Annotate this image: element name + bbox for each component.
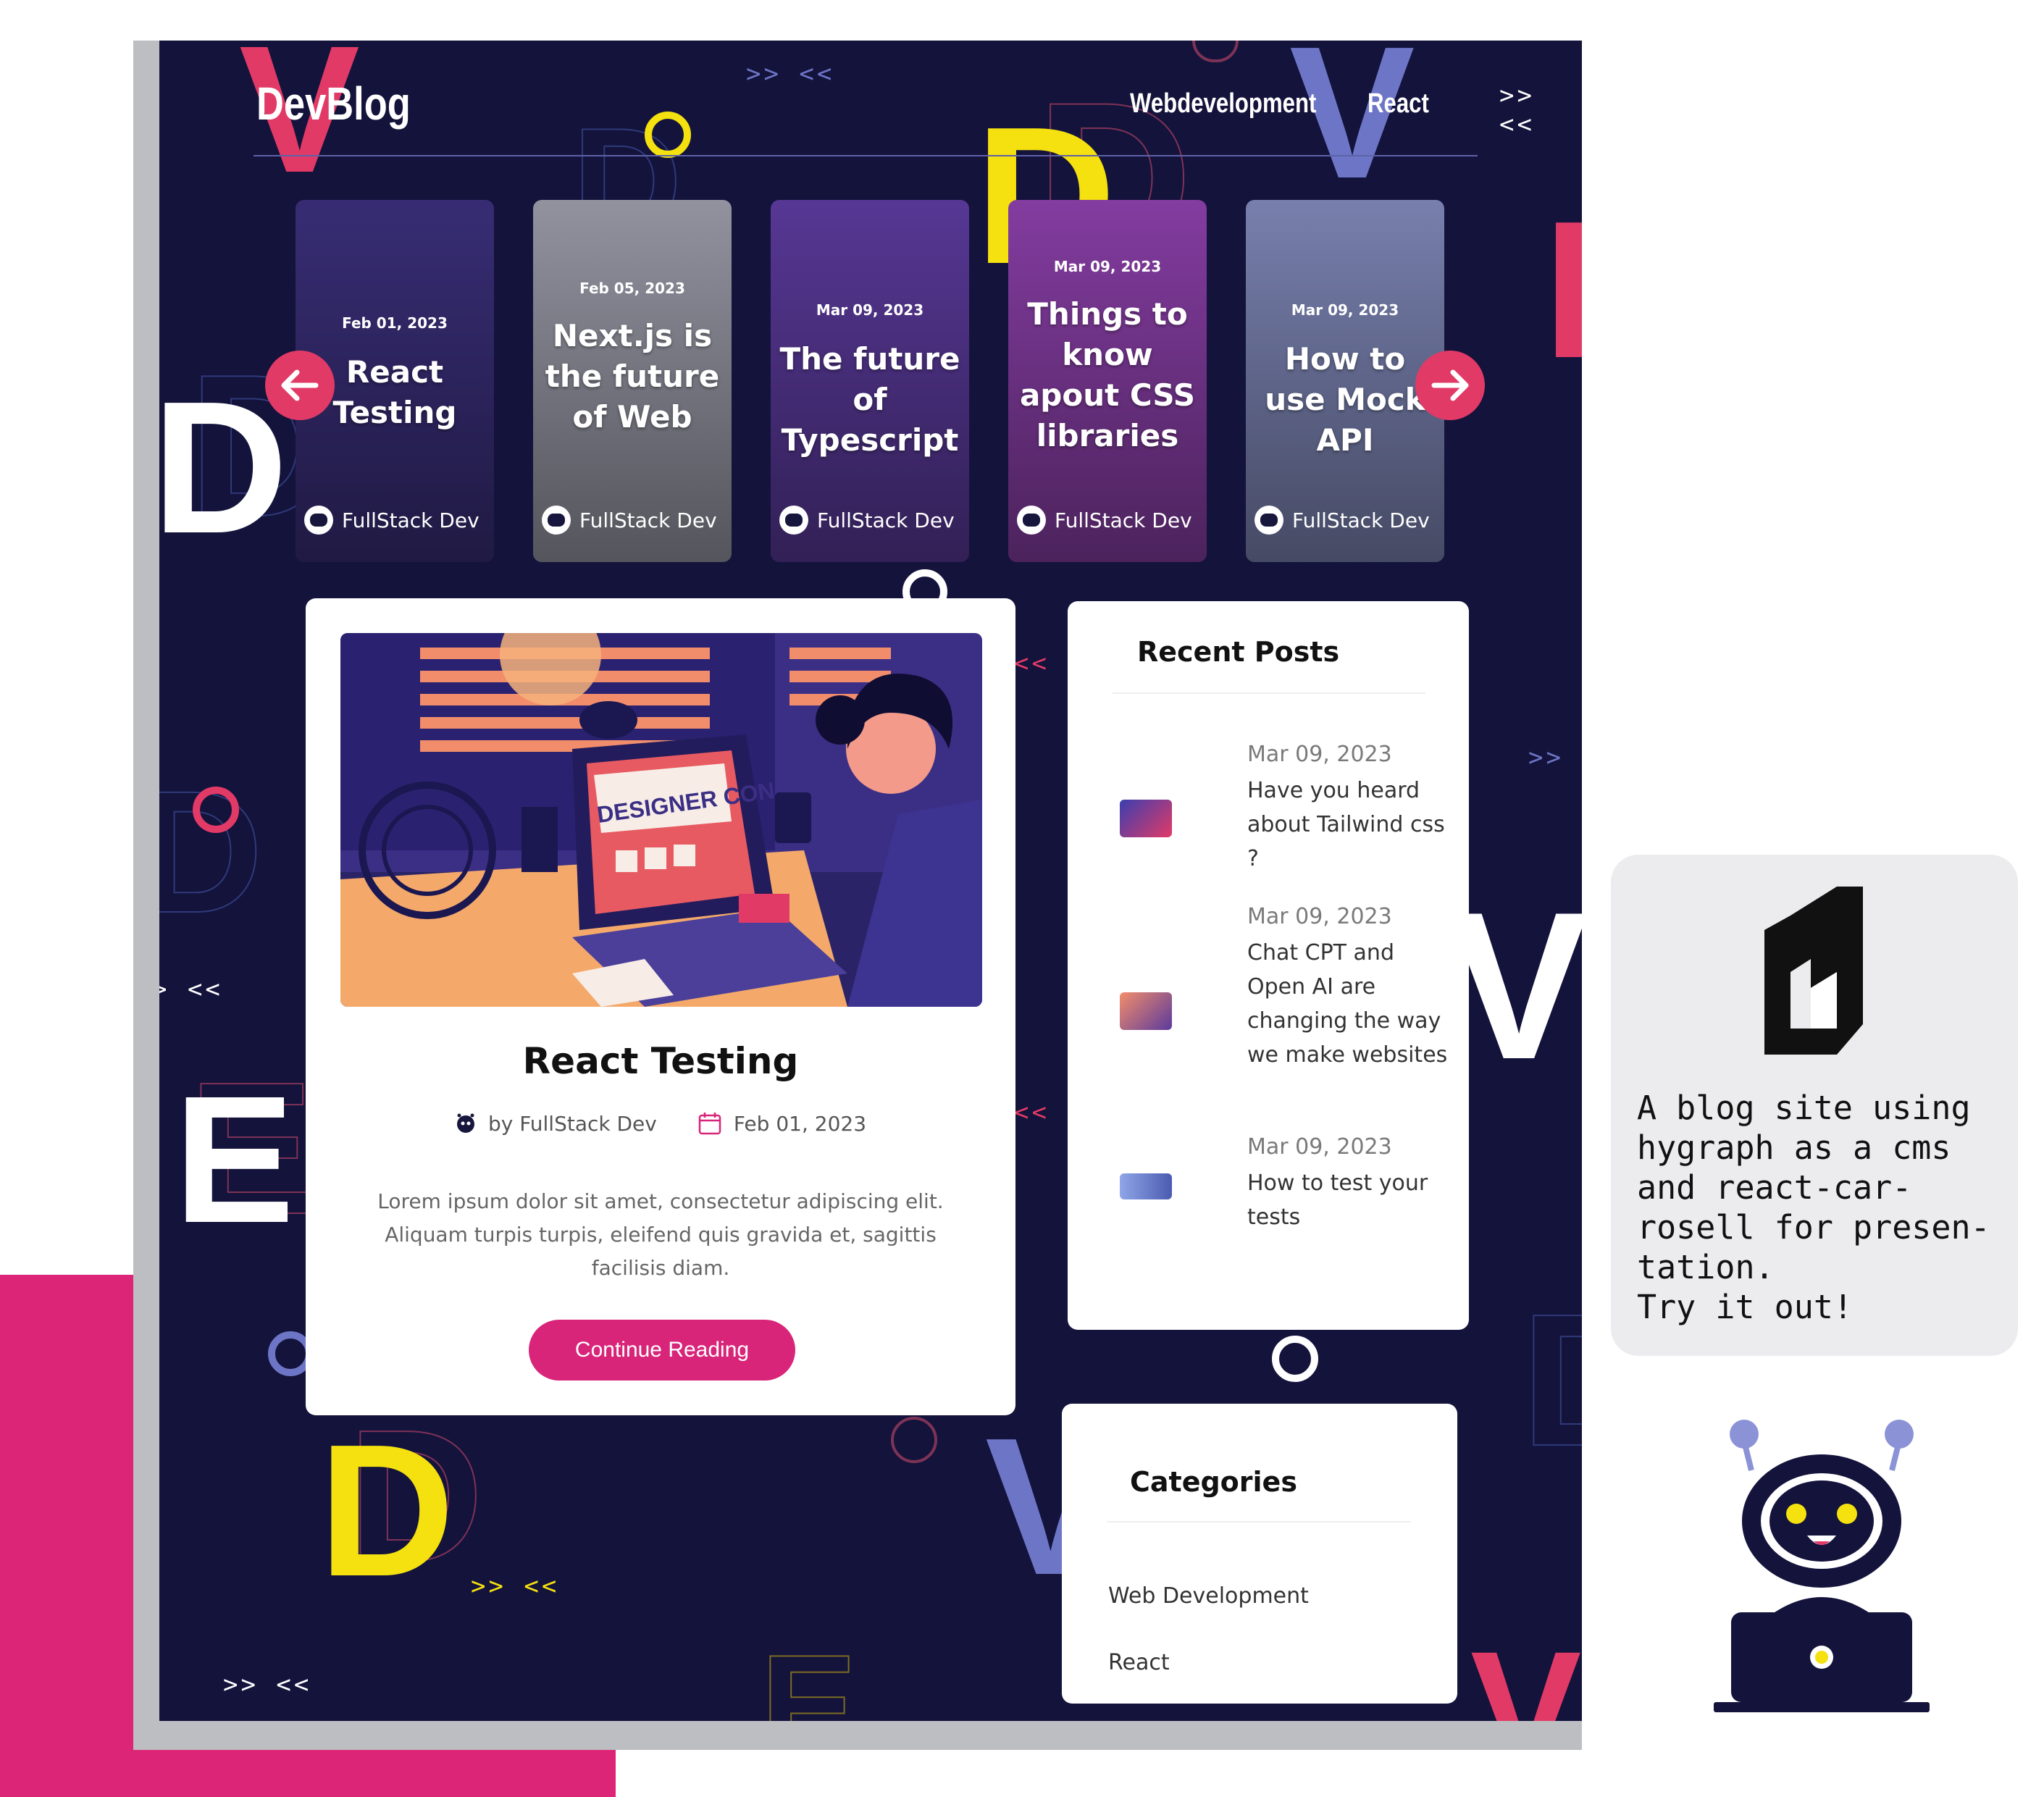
decor-arrows: >> xyxy=(1528,743,1564,772)
carousel-next-button[interactable] xyxy=(1415,351,1485,420)
decor-ring xyxy=(645,112,691,158)
widget-divider xyxy=(1107,1521,1411,1522)
decor-arrows: >> << xyxy=(746,59,835,88)
category-link-react[interactable]: React xyxy=(1108,1650,1170,1675)
carousel-card-title[interactable]: Next.js is the future of Web xyxy=(540,316,724,437)
calendar-icon xyxy=(698,1113,721,1135)
carousel-prev-button[interactable] xyxy=(265,351,335,420)
robot-avatar-icon xyxy=(304,506,333,535)
carousel-card-author: FullStack Dev xyxy=(304,506,479,535)
carousel-card[interactable]: Feb 05, 2023 Next.js is the future of Web… xyxy=(533,200,732,562)
recent-post-item[interactable]: Mar 09, 2023 How to test your tests xyxy=(1120,1134,1446,1230)
decor-letter: V xyxy=(1289,41,1415,218)
carousel-card-date: Feb 05, 2023 xyxy=(579,280,685,297)
recent-post-date: Mar 09, 2023 xyxy=(1247,1134,1392,1160)
decor-letter: E xyxy=(760,1625,858,1722)
carousel-card[interactable]: Mar 09, 2023 The future of Typescript Full… xyxy=(771,200,969,562)
decor-ring xyxy=(891,1417,937,1463)
carousel-card-date: Mar 09, 2023 xyxy=(1053,258,1162,275)
widget-divider xyxy=(1113,692,1425,694)
info-description: A blog site using hygraph as a cms and r… xyxy=(1637,1089,1990,1326)
decor-arrows: >> << xyxy=(1499,81,1535,139)
carousel-card-author-name: FullStack Dev xyxy=(342,508,479,532)
post-date-text: Feb 01, 2023 xyxy=(733,1111,867,1136)
decor-arrows: >> << xyxy=(471,1572,560,1601)
carousel-card[interactable]: Mar 09, 2023 Things to know apout CSS lib… xyxy=(1008,200,1207,562)
decor-ring xyxy=(1192,41,1239,62)
recent-post-title[interactable]: How to test your tests xyxy=(1247,1166,1457,1234)
robot-mascot-icon xyxy=(1714,1420,1930,1712)
arrow-right-icon xyxy=(1431,369,1469,401)
header-divider xyxy=(254,155,1478,156)
decor-arrows: << xyxy=(1014,649,1050,678)
decor-ring xyxy=(1272,1336,1318,1382)
robot-avatar-icon xyxy=(1017,506,1046,535)
categories-widget: Categories Web Development React xyxy=(1062,1404,1457,1704)
post-title[interactable]: React Testing xyxy=(306,1040,1015,1082)
recent-post-thumbnail xyxy=(1120,1173,1172,1199)
recent-post-item[interactable]: Mar 09, 2023 Chat CPT and Open AI are ch… xyxy=(1120,904,1447,1099)
decor-letter: D xyxy=(1520,1286,1582,1475)
decor-letter: V xyxy=(1470,1617,1582,1722)
hygraph-logo-icon xyxy=(1764,887,1863,1055)
carousel-card-date: Feb 01, 2023 xyxy=(342,314,448,332)
carousel-card-author: FullStack Dev xyxy=(542,506,717,535)
decor-ring xyxy=(193,787,239,833)
arrow-left-icon xyxy=(281,369,319,401)
recent-posts-title: Recent Posts xyxy=(1137,636,1340,668)
recent-post-title[interactable]: Chat CPT and Open AI are changing the wa… xyxy=(1247,936,1457,1072)
decor-letter: E xyxy=(1543,193,1582,388)
carousel-card-date: Mar 09, 2023 xyxy=(816,301,924,319)
carousel-card-author-name: FullStack Dev xyxy=(817,508,955,532)
recent-post-item[interactable]: Mar 09, 2023 Have you heard about Tailwi… xyxy=(1120,742,1446,872)
featured-post-image[interactable]: DESIGNER CONFIDENTIAL xyxy=(340,633,982,1007)
featured-post-card: DESIGNER CONFIDENTIAL React Testing by F… xyxy=(306,598,1015,1415)
blog-screen: V D D D V E D D D E E V D D D V E V >> <… xyxy=(159,41,1582,1721)
carousel-card-author-name: FullStack Dev xyxy=(1055,508,1192,532)
carousel-card-title[interactable]: Things to know apout CSS libraries xyxy=(1015,294,1199,456)
recent-post-thumbnail xyxy=(1120,992,1172,1030)
robot-avatar-icon xyxy=(542,506,571,535)
carousel-card-author: FullStack Dev xyxy=(1255,506,1430,535)
carousel-card-title[interactable]: The future of Typescript xyxy=(778,339,962,461)
post-meta: by FullStack Dev Feb 01, 2023 xyxy=(306,1111,1015,1136)
post-excerpt: Lorem ipsum dolor sit amet, consectetur … xyxy=(377,1189,944,1280)
nav-link-react[interactable]: React xyxy=(1367,88,1429,120)
decor-arrows: << xyxy=(1014,1098,1050,1127)
category-link-web-development[interactable]: Web Development xyxy=(1108,1583,1309,1609)
continue-reading-button[interactable]: Continue Reading xyxy=(529,1320,795,1381)
recent-post-date: Mar 09, 2023 xyxy=(1247,904,1392,929)
robot-avatar-icon xyxy=(1255,506,1283,535)
designer-illustration: DESIGNER CONFIDENTIAL xyxy=(340,633,982,1007)
carousel-card[interactable]: Mar 09, 2023 How to use Mock API FullStack… xyxy=(1246,200,1444,562)
decor-letter: D xyxy=(319,1406,455,1616)
categories-title: Categories xyxy=(1130,1466,1297,1498)
post-date: Feb 01, 2023 xyxy=(698,1111,866,1136)
carousel-card-author: FullStack Dev xyxy=(1017,506,1192,535)
post-author-name: by FullStack Dev xyxy=(487,1111,657,1136)
robot-avatar-icon xyxy=(456,1113,474,1133)
info-panel: A blog site using hygraph as a cms and r… xyxy=(1611,855,2018,1356)
carousel-card-date: Mar 09, 2023 xyxy=(1291,301,1399,319)
recent-post-title[interactable]: Have you heard about Tailwind css ? xyxy=(1247,774,1457,876)
post-author: by FullStack Dev xyxy=(455,1111,657,1136)
recent-post-date: Mar 09, 2023 xyxy=(1247,742,1392,767)
carousel-card-title[interactable]: How to use Mock API xyxy=(1253,339,1437,461)
site-logo[interactable]: DevBlog xyxy=(256,77,411,130)
decor-arrows: >> << xyxy=(223,1670,312,1699)
carousel-card-author-name: FullStack Dev xyxy=(579,508,717,532)
recent-posts-widget: Recent Posts Mar 09, 2023 Have you heard… xyxy=(1068,601,1469,1330)
decor-letter: E xyxy=(174,1058,295,1260)
recent-post-thumbnail xyxy=(1120,800,1172,837)
nav-link-webdevelopment[interactable]: Webdevelopment xyxy=(1130,88,1316,120)
decor-arrows: > << xyxy=(159,975,223,1004)
carousel-card-author: FullStack Dev xyxy=(779,506,955,535)
robot-avatar-icon xyxy=(779,506,808,535)
carousel-card-author-name: FullStack Dev xyxy=(1292,508,1430,532)
